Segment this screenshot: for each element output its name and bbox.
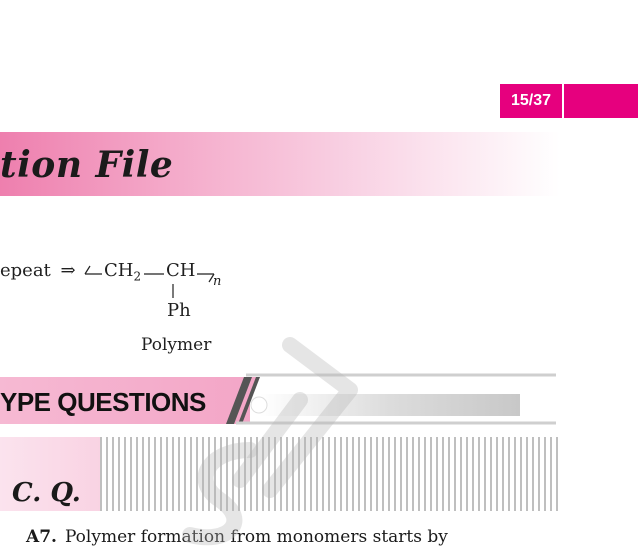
answer-line: A7. Polymer formation from monomers start… (26, 526, 448, 548)
bullet-circle (250, 396, 268, 414)
polymer-equation: epeat ⇒ (0, 260, 80, 281)
left-hook (84, 265, 91, 275)
polymer-caption: Polymer (141, 335, 212, 355)
page-counter-badge: 15/37 (500, 84, 638, 118)
page-counter: 15/37 (500, 84, 562, 118)
ch2-subscript: 2 (133, 269, 142, 284)
badge-fill (564, 84, 638, 118)
hatched-strip (100, 437, 560, 511)
header-title: tion File (0, 144, 174, 186)
grey-fade-bar (260, 394, 520, 416)
phenyl-label: Ph (167, 300, 191, 321)
ch-group: CH (166, 260, 196, 281)
section-title: YPE QUESTIONS (0, 387, 206, 417)
repeat-n: n (213, 274, 222, 289)
implies-arrow: ⇒ (60, 260, 76, 281)
answer-number: A7. (26, 527, 57, 547)
subsection-label: C. Q. (12, 478, 81, 508)
ch2-group: CH2 (104, 260, 141, 284)
section-decoration (226, 373, 556, 425)
answer-text: Polymer formation from monomers starts b… (64, 527, 448, 547)
ch2-text: CH (104, 260, 134, 281)
equation-prefix: epeat (0, 260, 51, 281)
